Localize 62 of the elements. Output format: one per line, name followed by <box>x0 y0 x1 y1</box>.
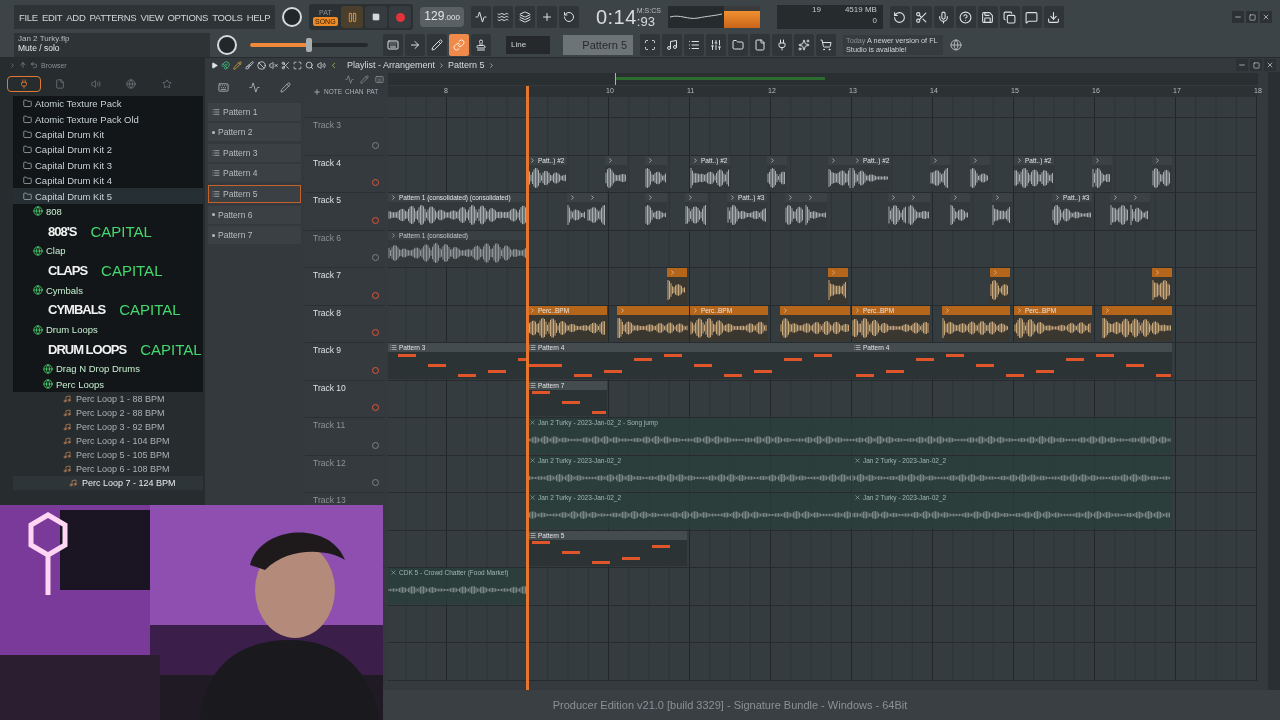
menu-item[interactable]: OPTIONS <box>167 11 209 23</box>
menu-item[interactable]: PATTERNS <box>89 11 137 23</box>
tempo-display[interactable]: 129.000 <box>420 7 464 27</box>
browser-item[interactable]: Atomic Texture Pack Old <box>13 111 203 127</box>
track-name[interactable]: Track 13 <box>313 495 385 505</box>
menu-item[interactable]: ADD <box>66 11 86 23</box>
browser-item[interactable]: Perc Loop 4 - 104 BPM <box>13 434 203 449</box>
hint-text: Mute / solo <box>18 42 60 53</box>
track-name[interactable]: Track 10 <box>313 382 385 393</box>
track-name[interactable]: Track 4 <box>313 157 385 168</box>
browser-item[interactable]: Capital Drum Kit 4 <box>13 172 203 189</box>
breadcrumb-text[interactable]: Pattern 5 <box>448 60 485 70</box>
browser-item[interactable]: Clap <box>13 243 203 259</box>
menu-item[interactable]: FILE <box>19 11 38 23</box>
pattern-item[interactable]: Pattern 6 <box>208 205 301 224</box>
browser-item[interactable]: Capital Drum Kit 2 <box>13 142 203 158</box>
browser-item[interactable]: Cymbals <box>13 282 203 298</box>
browser-item[interactable]: Drag N Drop Drums <box>13 361 203 377</box>
pattern-item[interactable]: Pattern 1 <box>208 102 301 121</box>
browser-item[interactable]: Perc Loop 5 - 105 BPM <box>13 448 203 463</box>
browser-item[interactable]: Perc Loop 3 - 92 BPM <box>13 420 203 435</box>
pattern-item[interactable]: Pattern 2 <box>208 123 301 142</box>
browser-item[interactable]: 808 <box>13 203 203 220</box>
browser-item[interactable]: Capital Drum Kit <box>13 126 203 143</box>
pattern-item[interactable]: Pattern 3 <box>208 143 301 162</box>
banner-brand: CAPITAL <box>119 301 181 319</box>
menu-item[interactable]: HELP <box>246 11 271 23</box>
browser-item[interactable]: Drum Loops <box>13 321 203 338</box>
browser-item[interactable]: Perc Loop 7 - 124 BPM <box>13 476 203 491</box>
banner-brand: CAPITAL <box>90 222 152 240</box>
browser-item[interactable]: Capital Drum Kit 5 <box>13 188 203 204</box>
menu-item[interactable]: VIEW <box>140 11 164 23</box>
track-name[interactable]: Track 11 <box>313 420 385 430</box>
track-name[interactable]: Track 6 <box>313 232 385 243</box>
track-name[interactable]: Track 9 <box>313 345 385 355</box>
pattern-item[interactable]: Pattern 7 <box>208 226 301 245</box>
track-name[interactable]: Track 7 <box>313 270 385 280</box>
status-text: Producer Edition v21.0 [build 3329] - Signature Bundle - Windows - 64Bit <box>552 699 908 711</box>
banner-title: CYMBALS <box>48 302 106 318</box>
track-name[interactable]: Track 12 <box>313 457 385 468</box>
browser-item[interactable]: Perc Loop 1 - 88 BPM <box>13 392 203 407</box>
track-name[interactable]: Track 8 <box>313 307 385 318</box>
banner-brand: CAPITAL <box>101 262 163 279</box>
menu-item[interactable]: TOOLS <box>212 11 243 23</box>
browser-item[interactable]: Perc Loops <box>13 376 203 393</box>
banner-title: 808'S <box>48 223 77 239</box>
pattern-item[interactable]: Pattern 4 <box>208 164 301 183</box>
banner-title: CLAPS <box>48 263 88 278</box>
browser-item[interactable]: Perc Loop 2 - 88 BPM <box>13 406 203 421</box>
browser-item[interactable]: Atomic Texture Pack <box>13 96 203 112</box>
track-name[interactable]: Track 5 <box>313 195 385 205</box>
browser-item[interactable]: Capital Drum Kit 3 <box>13 157 203 173</box>
banner-brand: CAPITAL <box>140 340 202 358</box>
banner-title: DRUM LOOPS <box>48 341 127 357</box>
snap-dropdown[interactable]: Line <box>506 35 550 54</box>
track-name[interactable]: Track 3 <box>313 120 385 130</box>
browser-item[interactable]: Perc Loop 6 - 108 BPM <box>13 462 203 477</box>
window-title: Playlist - Arrangement <box>347 60 436 70</box>
project-name: Jan 2 Turky.flp <box>18 33 71 43</box>
memory-panel: 19 4519 MB 0 <box>776 5 883 29</box>
menu-item[interactable]: EDIT <box>41 11 63 23</box>
pattern-item[interactable]: Pattern 5 <box>208 184 301 203</box>
